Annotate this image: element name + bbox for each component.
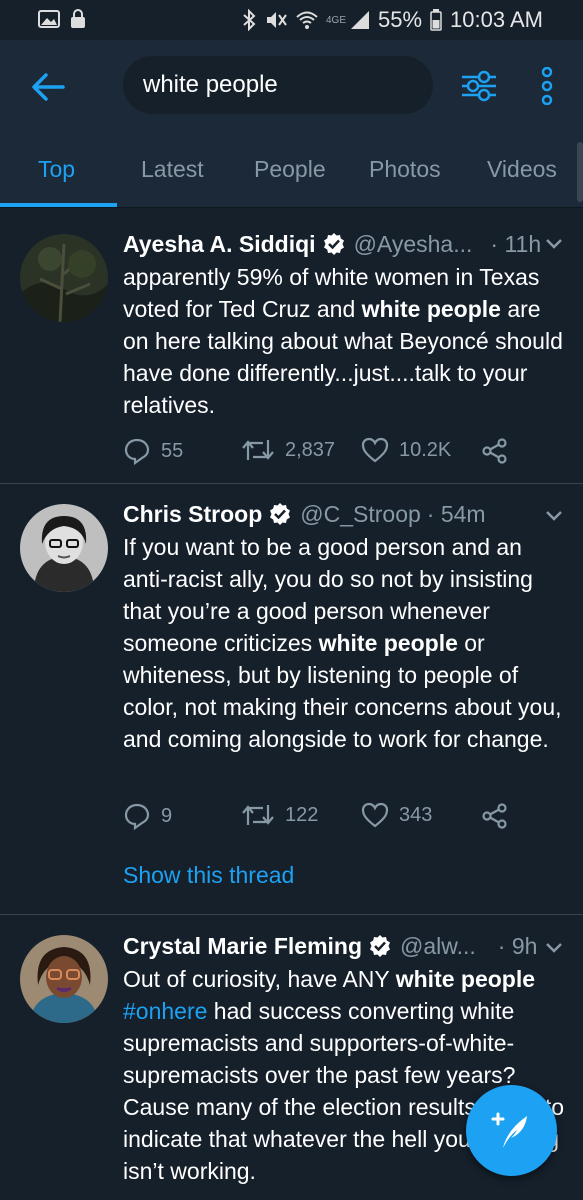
avatar[interactable] <box>20 935 108 1023</box>
tweet[interactable]: Ayesha A. Siddiqi @Ayesha... · 11h appar… <box>0 209 583 484</box>
like-button[interactable]: 343 <box>361 802 432 828</box>
chevron-down-icon <box>546 239 562 249</box>
tweet-menu-button[interactable] <box>545 941 563 959</box>
author-handle[interactable]: @C_Stroop <box>300 501 421 528</box>
overflow-menu-button[interactable] <box>530 62 564 110</box>
gallery-icon <box>38 10 60 28</box>
author-name[interactable]: Ayesha A. Siddiqi <box>123 231 316 258</box>
avatar[interactable] <box>20 504 108 592</box>
compose-tweet-button[interactable] <box>466 1085 557 1176</box>
show-thread-link[interactable]: Show this thread <box>123 862 294 889</box>
retweet-button[interactable]: 2,837 <box>241 437 335 463</box>
compose-tweet-icon <box>491 1112 527 1148</box>
chevron-down-icon <box>546 511 562 521</box>
avatar-image <box>20 234 108 322</box>
tabs-scroll-indicator <box>577 142 583 202</box>
reply-icon <box>124 803 150 830</box>
reply-count: 9 <box>161 804 173 827</box>
avatar-image <box>20 935 108 1023</box>
text-segment: Out of curiosity, have ANY <box>123 966 396 992</box>
tweet-header: Chris Stroop @C_Stroop · 54m <box>123 499 486 529</box>
verified-badge-icon <box>322 232 346 256</box>
more-vertical-icon <box>541 67 553 105</box>
search-input[interactable]: white people <box>123 56 433 114</box>
like-icon <box>361 802 389 828</box>
wifi-icon <box>296 11 318 29</box>
retweet-icon <box>242 440 274 460</box>
tab-people[interactable]: People <box>254 156 326 183</box>
reply-count: 55 <box>161 439 184 462</box>
tweet-time: · 54m <box>426 500 486 527</box>
avatar[interactable] <box>20 234 108 322</box>
bluetooth-icon <box>243 9 256 31</box>
tab-videos[interactable]: Videos <box>487 156 557 183</box>
author-handle[interactable]: @Ayesha... <box>354 231 473 258</box>
like-button[interactable]: 10.2K <box>361 437 451 463</box>
share-button[interactable] <box>481 802 509 830</box>
share-icon <box>482 803 507 829</box>
search-tabs: Top Latest People Photos Videos <box>0 132 583 208</box>
tweet-time: · 11h <box>490 230 542 257</box>
tweet-text: If you want to be a good person and an a… <box>123 531 568 755</box>
battery-icon <box>430 9 442 31</box>
search-query: white people <box>143 71 278 98</box>
battery-percent: 55% <box>378 7 423 32</box>
verified-badge-icon <box>268 502 292 526</box>
tab-latest[interactable]: Latest <box>141 156 204 183</box>
reply-button[interactable]: 9 <box>123 802 172 830</box>
like-count: 343 <box>399 803 433 826</box>
hashtag-link[interactable]: #onhere <box>123 998 207 1024</box>
author-handle[interactable]: @alw... <box>400 933 476 960</box>
avatar-image <box>20 504 108 592</box>
tweet-actions: 9 122 343 <box>123 802 553 832</box>
search-filter-button[interactable] <box>455 64 503 108</box>
search-highlight: white people <box>395 966 536 992</box>
back-button[interactable] <box>24 66 72 108</box>
tweet-actions: 55 2,837 10.2K <box>123 437 553 467</box>
retweet-count: 122 <box>285 803 319 826</box>
status-left-icons <box>38 9 86 29</box>
mute-icon <box>266 12 287 28</box>
tweet-text: apparently 59% of white women in Texas v… <box>123 261 568 421</box>
share-button[interactable] <box>481 437 509 465</box>
tweet-time: · 9h <box>497 932 538 959</box>
status-right-icons: 4GE 55% 10:03 AM <box>242 7 543 33</box>
filter-sliders-icon <box>462 70 496 102</box>
network-type: 4GE <box>325 14 346 26</box>
verified-badge-icon <box>368 934 392 958</box>
tweet-menu-button[interactable] <box>545 237 563 255</box>
share-icon <box>482 438 507 464</box>
tweet-menu-button[interactable] <box>545 509 563 527</box>
reply-icon <box>124 438 150 465</box>
tweet-header: Crystal Marie Fleming @alw... · 9h <box>123 931 537 961</box>
retweet-icon <box>242 805 274 825</box>
signal-icon <box>351 11 369 29</box>
chevron-down-icon <box>546 943 562 953</box>
search-highlight: white people <box>361 296 501 322</box>
reply-button[interactable]: 55 <box>123 437 183 465</box>
like-icon <box>361 437 389 463</box>
retweet-count: 2,837 <box>285 438 336 461</box>
tab-top[interactable]: Top <box>38 156 75 183</box>
like-count: 10.2K <box>399 438 452 461</box>
lock-icon <box>71 9 85 28</box>
retweet-button[interactable]: 122 <box>241 802 318 828</box>
status-bar: 4GE 55% 10:03 AM <box>0 0 583 40</box>
back-arrow-icon <box>32 73 65 101</box>
search-app-bar: white people <box>0 40 583 132</box>
active-tab-indicator <box>0 203 117 207</box>
author-name[interactable]: Chris Stroop <box>123 501 262 528</box>
tweet-header: Ayesha A. Siddiqi @Ayesha... · 11h <box>123 229 541 259</box>
tweet[interactable]: Chris Stroop @C_Stroop · 54m If you want… <box>0 484 583 915</box>
clock: 10:03 AM <box>450 7 543 32</box>
author-name[interactable]: Crystal Marie Fleming <box>123 933 362 960</box>
search-highlight: white people <box>318 630 458 656</box>
tab-photos[interactable]: Photos <box>369 156 441 183</box>
